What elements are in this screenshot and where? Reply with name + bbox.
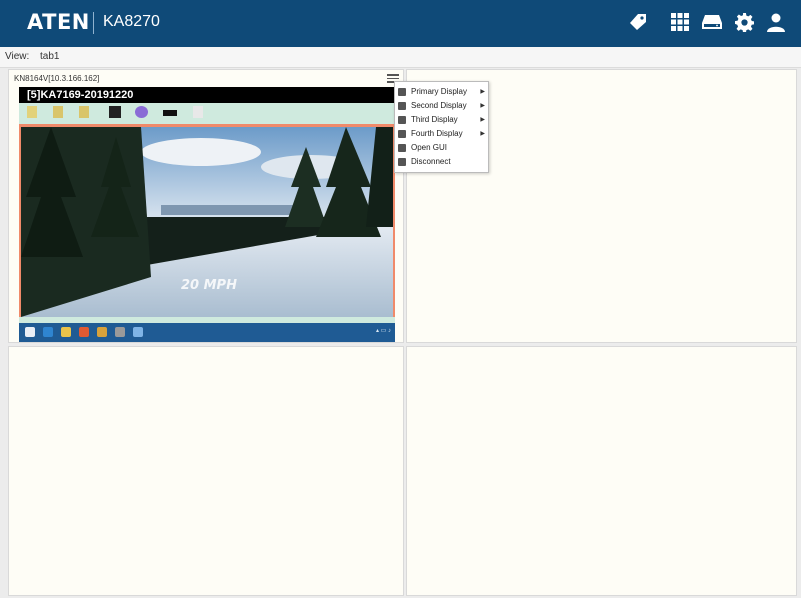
session-panel-4[interactable] xyxy=(406,346,797,596)
session-context-menu: Primary Display ▶ Second Display ▶ Third… xyxy=(394,81,489,173)
disconnect-icon xyxy=(398,158,406,166)
menu-item-third-display[interactable]: Third Display ▶ xyxy=(395,113,488,127)
aten-logo: ATEN xyxy=(27,10,90,34)
top-bar: ATEN KA8270 xyxy=(0,0,801,47)
app-icon xyxy=(97,327,107,337)
gear-icon[interactable] xyxy=(733,11,755,33)
taskbar-clock: ▴ ▭ ♪ xyxy=(375,328,391,334)
menu-item-second-display[interactable]: Second Display ▶ xyxy=(395,99,488,113)
start-icon xyxy=(25,327,35,337)
menu-item-primary-display[interactable]: Primary Display ▶ xyxy=(395,85,488,99)
view-label: View: xyxy=(5,51,30,62)
monitor-icon xyxy=(398,116,406,124)
folder-icon xyxy=(53,106,63,118)
folder-icon xyxy=(61,327,71,337)
monitor-icon xyxy=(398,88,406,96)
chevron-right-icon: ▶ xyxy=(480,103,485,109)
view-tab[interactable]: tab1 xyxy=(40,51,59,62)
open-gui-icon xyxy=(398,144,406,152)
remote-taskbar: ▴ ▭ ♪ xyxy=(19,323,395,342)
remote-desktop-icons xyxy=(19,103,395,124)
device-model: KA8270 xyxy=(103,13,160,30)
session-panel-1[interactable]: KN8164V[10.3.166.162] [5]KA7169-20191220 xyxy=(8,69,404,343)
user-icon[interactable] xyxy=(765,11,787,33)
chevron-right-icon: ▶ xyxy=(480,131,485,137)
folder-icon xyxy=(27,106,37,118)
browser-icon xyxy=(43,327,53,337)
session-title: [5]KA7169-20191220 xyxy=(19,87,395,103)
device-icon[interactable] xyxy=(701,11,723,33)
tag-icon[interactable] xyxy=(627,11,649,33)
file-icon xyxy=(193,106,203,118)
grid-icon[interactable] xyxy=(669,11,691,33)
menu-item-fourth-display[interactable]: Fourth Display ▶ xyxy=(395,127,488,141)
speed-overlay: 20 MPH xyxy=(181,278,237,293)
session-panel-3[interactable] xyxy=(8,346,404,596)
app-icon xyxy=(109,106,121,118)
chevron-right-icon: ▶ xyxy=(480,117,485,123)
menu-item-open-gui[interactable]: Open GUI xyxy=(395,141,488,155)
app-icon xyxy=(133,327,143,337)
panel-title: KN8164V[10.3.166.162] xyxy=(14,74,100,83)
folder-icon xyxy=(79,106,89,118)
app-icon xyxy=(79,327,89,337)
session-viewer[interactable]: [5]KA7169-20191220 20 MPH ▴ ▭ ♪ xyxy=(19,87,395,342)
chevron-right-icon: ▶ xyxy=(480,89,485,95)
menu-item-disconnect[interactable]: Disconnect xyxy=(395,155,488,169)
app-icon xyxy=(135,106,148,118)
view-bar: View: tab1 xyxy=(0,47,801,68)
monitor-icon xyxy=(398,130,406,138)
monitor-icon xyxy=(398,102,406,110)
app-icon xyxy=(163,110,177,116)
header-separator xyxy=(93,12,94,34)
remote-video: 20 MPH xyxy=(21,127,393,317)
app-icon xyxy=(115,327,125,337)
